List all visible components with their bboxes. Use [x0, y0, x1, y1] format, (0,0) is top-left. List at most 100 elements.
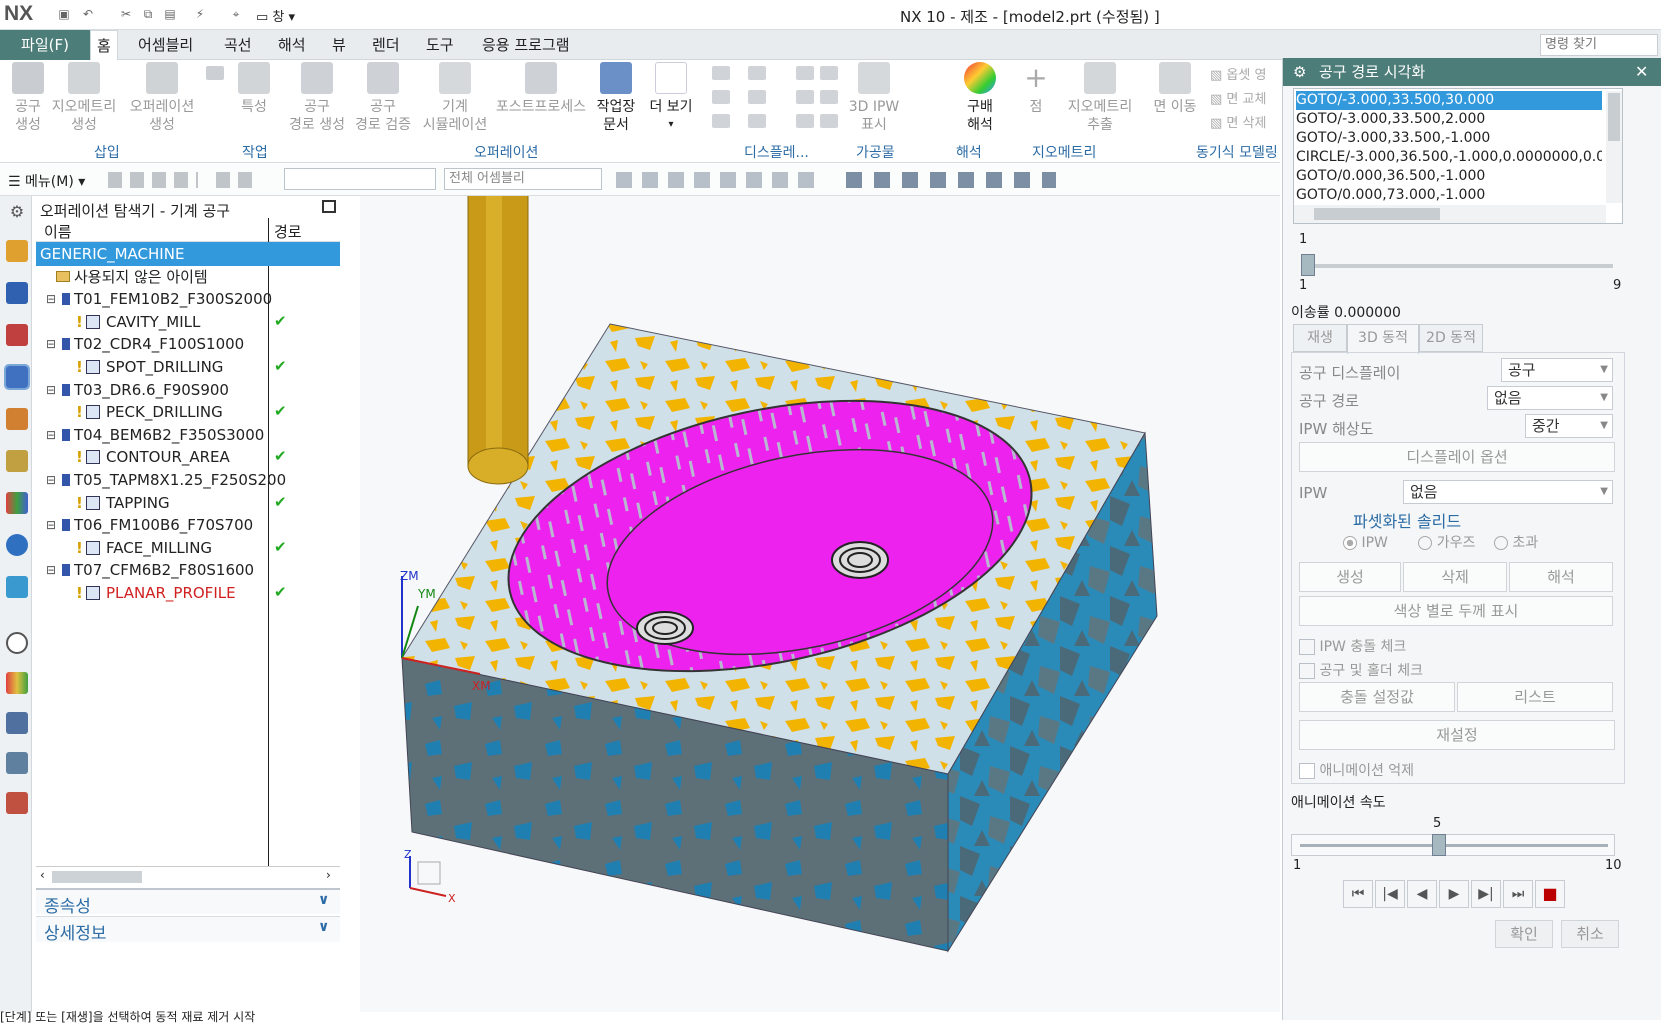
- operation-row[interactable]: ! FACE_MILLING: [36, 536, 268, 560]
- create-tool-button[interactable]: 공구 생성: [8, 62, 48, 134]
- toolpath-list-item[interactable]: GOTO/-3.000,33.500,2.000: [1296, 110, 1602, 129]
- tab-view[interactable]: 뷰: [326, 30, 352, 60]
- command-finder-input[interactable]: 명령 찾기: [1540, 34, 1658, 56]
- web-browser-icon[interactable]: [6, 534, 28, 556]
- part-navigator-icon[interactable]: [6, 324, 28, 346]
- move-face-button[interactable]: 면 이동: [1148, 62, 1202, 116]
- replace-face-button[interactable]: ▧ 면 교체: [1210, 88, 1280, 112]
- ipw-resolution-select[interactable]: 중간 ▼: [1525, 414, 1613, 438]
- tab-replay[interactable]: 재생: [1293, 324, 1347, 352]
- tab-2d-dynamic[interactable]: 2D 동적: [1419, 324, 1483, 352]
- speed-slider[interactable]: [1291, 834, 1615, 856]
- gear-icon[interactable]: ⚙: [1293, 58, 1306, 86]
- toolpath-list-item[interactable]: GOTO/-3.000,33.500,-1.000: [1296, 129, 1602, 148]
- menu-button[interactable]: ☰ 메뉴(M) ▾: [8, 171, 85, 191]
- collapse-icon[interactable]: ⊟: [46, 332, 56, 356]
- step-slider-track[interactable]: [1301, 264, 1613, 268]
- play-forward-button[interactable]: ▶: [1439, 880, 1469, 908]
- constraint-navigator-icon[interactable]: [6, 282, 28, 304]
- radio-ipw[interactable]: IPW: [1343, 535, 1388, 551]
- operation-row[interactable]: ! CONTOUR_AREA: [36, 445, 268, 469]
- create-geometry-button[interactable]: 지오메트리 생성: [48, 62, 120, 134]
- scroll-thumb[interactable]: [1314, 208, 1440, 220]
- machine-tool-library-icon[interactable]: [6, 408, 28, 430]
- filter-icons[interactable]: [216, 172, 260, 188]
- shop-docs-button[interactable]: 작업장 문서: [594, 62, 638, 134]
- scroll-thumb[interactable]: [52, 871, 142, 883]
- assembly-scope-select[interactable]: 전체 어셈블리: [444, 168, 602, 190]
- tool-row[interactable]: ⊟ T01_FEM10B2_F300S2000: [36, 287, 272, 311]
- operation-row[interactable]: ! PECK_DRILLING: [36, 400, 268, 424]
- ok-button[interactable]: 확인: [1495, 920, 1553, 948]
- ipw-select[interactable]: 없음 ▼: [1403, 480, 1613, 504]
- tab-tools[interactable]: 도구: [420, 30, 460, 60]
- maximize-icon[interactable]: [322, 200, 336, 213]
- reset-button[interactable]: 재설정: [1299, 720, 1615, 750]
- toolpath-list-item[interactable]: GOTO/0.000,36.500,-1.000: [1296, 167, 1602, 186]
- go-to-end-button[interactable]: ⏭: [1503, 880, 1533, 908]
- tool-row[interactable]: ⊟ T04_BEM6B2_F350S3000: [36, 423, 268, 447]
- save-icon[interactable]: ▣: [56, 6, 72, 22]
- 3d-ipw-display-button[interactable]: 3D IPW 표시: [846, 62, 902, 134]
- machine-simulation-button[interactable]: 기계 시뮬레이션: [420, 62, 490, 134]
- checkbox[interactable]: [1299, 663, 1315, 679]
- tree-row[interactable]: 사용되지 않은 아이템: [36, 265, 268, 289]
- tool-tip[interactable]: [467, 447, 529, 485]
- graphics-window[interactable]: ZM YM XM Z X: [360, 185, 1280, 1012]
- operation-row[interactable]: ! TAPPING: [36, 491, 268, 515]
- speed-slider-thumb[interactable]: [1432, 834, 1447, 856]
- tool-row[interactable]: ⊟ T07_CFM6B2_F80S1600: [36, 558, 268, 582]
- delete-face-button[interactable]: ▧ 면 삭제: [1210, 112, 1280, 136]
- stop-button[interactable]: ■: [1535, 880, 1565, 908]
- checkbox[interactable]: [1299, 763, 1315, 779]
- view-orientation-icons[interactable]: [846, 172, 1056, 188]
- details-section[interactable]: 상세정보 ∨: [36, 916, 340, 944]
- step-slider-thumb[interactable]: [1301, 254, 1315, 276]
- toolpath-list-item[interactable]: GOTO/-3.000,33.500,30.000: [1295, 90, 1603, 111]
- insert-small-icons[interactable]: [206, 66, 224, 84]
- tool-row[interactable]: ⊟ T06_FM100B6_F70S700: [36, 513, 268, 537]
- tool-row[interactable]: ⊟ T02_CDR4_F100S1000: [36, 332, 268, 356]
- collapse-icon[interactable]: ⊟: [46, 423, 56, 447]
- collapse-icon[interactable]: ⊟: [46, 558, 56, 582]
- operation-navigator-icon[interactable]: [4, 364, 30, 390]
- more-button[interactable]: 더 보기 ▾: [646, 62, 696, 134]
- gear-icon[interactable]: ⚙: [6, 202, 28, 224]
- tab-application[interactable]: 응용 프로그램: [476, 30, 576, 60]
- step-forward-button[interactable]: ▶|: [1471, 880, 1501, 908]
- ipw-collision-check[interactable]: IPW 충돌 체크: [1299, 636, 1406, 656]
- verify-toolpath-button[interactable]: 공구 경로 검증: [352, 62, 414, 134]
- play-backward-button[interactable]: ◀: [1407, 880, 1437, 908]
- repeat-command-icon[interactable]: ⚡: [192, 6, 208, 22]
- tool-path-select[interactable]: 없음 ▼: [1487, 386, 1613, 410]
- process-studio-icon[interactable]: [6, 712, 28, 734]
- draft-analysis-button[interactable]: 구배 해석: [954, 62, 1006, 134]
- tool-row[interactable]: ⊟ T05_TAPM8X1.25_F250S200: [36, 468, 286, 492]
- tab-curve[interactable]: 곡선: [218, 30, 258, 60]
- operation-row[interactable]: ! PLANAR_PROFILE: [36, 581, 268, 605]
- assembly-navigator-icon[interactable]: [6, 240, 28, 262]
- snap-icons[interactable]: [108, 172, 198, 188]
- speed-slider-track[interactable]: [1300, 844, 1608, 847]
- window-menu[interactable]: ▭ 창 ▾: [256, 6, 295, 25]
- collapse-icon[interactable]: ⊟: [46, 287, 56, 311]
- column-name-header[interactable]: 이름: [44, 221, 72, 242]
- postprocess-button[interactable]: 포스트프로세스: [494, 62, 588, 116]
- horizontal-scrollbar[interactable]: ‹ ›: [36, 866, 340, 886]
- paste-icon[interactable]: ▤: [162, 6, 178, 22]
- suppress-animation-check[interactable]: 애니메이션 억제: [1299, 760, 1414, 780]
- scroll-thumb[interactable]: [1608, 93, 1620, 141]
- list-button[interactable]: 리스트: [1457, 682, 1613, 712]
- create-button[interactable]: 생성: [1299, 562, 1401, 592]
- analyze-button[interactable]: 해석: [1509, 562, 1613, 592]
- collision-settings-button[interactable]: 충돌 설정값: [1299, 682, 1455, 712]
- type-filter-select[interactable]: [284, 168, 436, 190]
- tab-file[interactable]: 파일(F): [0, 30, 90, 60]
- system-materials-icon[interactable]: [6, 672, 28, 694]
- toolpath-listbox[interactable]: GOTO/-3.000,33.500,30.000 GOTO/-3.000,33.…: [1293, 88, 1623, 224]
- display-small-icons[interactable]: [712, 66, 772, 130]
- radio-gouge[interactable]: 가우즈: [1418, 535, 1475, 551]
- workpiece-small-icons[interactable]: [796, 66, 840, 130]
- reuse-library-icon[interactable]: [6, 450, 28, 472]
- checkbox[interactable]: [1299, 639, 1315, 655]
